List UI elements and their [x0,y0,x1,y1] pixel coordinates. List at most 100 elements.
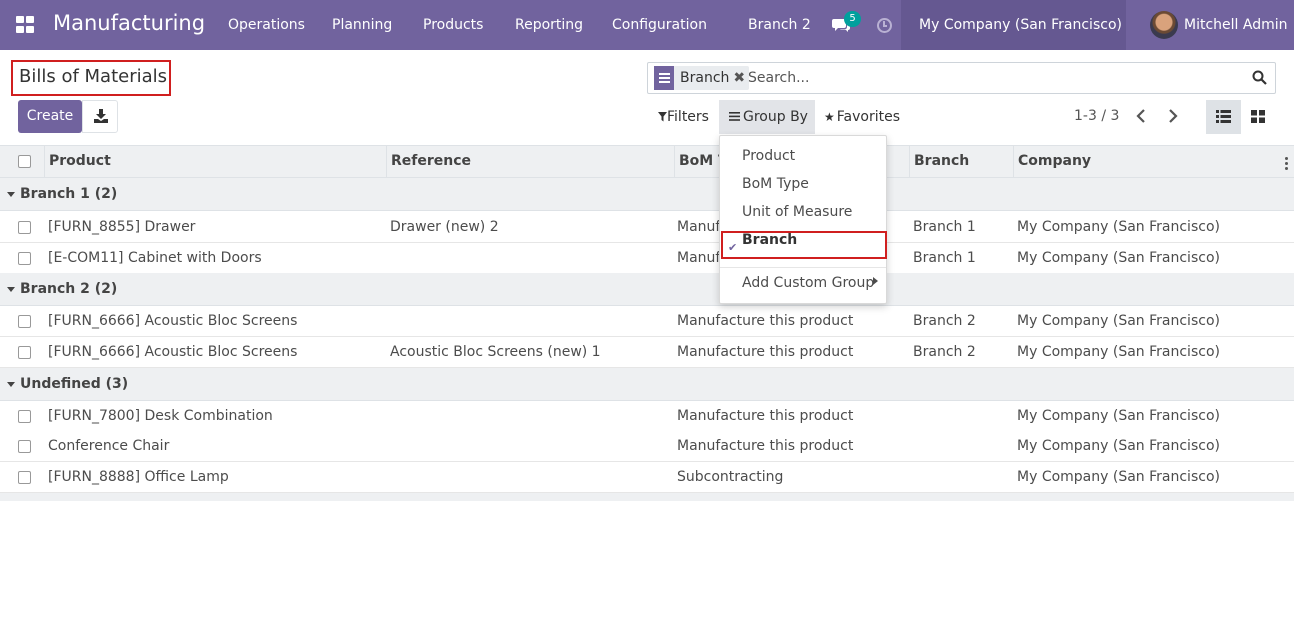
cell-bom-type: Manufacture this product [677,408,854,424]
caret-right-icon [873,277,878,285]
company-switcher[interactable]: My Company (San Francisco) [919,0,1122,50]
row-checkbox[interactable] [18,221,31,234]
filter-icon [658,112,667,122]
row-checkbox[interactable] [18,471,31,484]
cell-product: Conference Chair [48,438,170,454]
download-icon [94,109,108,123]
row-checkbox[interactable] [18,252,31,265]
cell-company: My Company (San Francisco) [1017,219,1220,235]
pager-next-icon[interactable] [1163,106,1183,126]
user-avatar[interactable] [1150,11,1178,39]
favorites-button[interactable]: ★ Favorites [815,100,907,134]
groupby-dropdown: Product BoM Type Unit of Measure ✔ Branc… [719,135,887,304]
pager-previous-icon[interactable] [1132,106,1152,126]
kanban-view-button[interactable] [1241,100,1276,134]
table-row[interactable]: [FURN_6666] Acoustic Bloc Screens Manufa… [0,306,1294,337]
table-footer [0,493,1294,501]
group-label: Undefined (3) [20,376,129,392]
favorites-label: Favorites [836,109,901,125]
table-row[interactable]: [FURN_6666] Acoustic Bloc Screens Acoust… [0,337,1294,368]
table-row[interactable]: [FURN_8888] Office Lamp Subcontracting M… [0,462,1294,493]
cell-bom-type: Manufacture this product [677,438,854,454]
groupby-option-product[interactable]: Product [742,148,795,164]
groupby-button[interactable]: Group By [719,100,815,134]
column-company[interactable]: Company [1013,146,1273,177]
star-icon: ★ [824,110,835,124]
cell-product: [FURN_8888] Office Lamp [48,469,229,485]
table-row[interactable]: [FURN_8855] Drawer Drawer (new) 2 Manufa… [0,212,1294,243]
cell-reference: Drawer (new) 2 [390,219,499,235]
search-facet-branch: Branch ✖ [654,66,750,90]
group-row-branch-1[interactable]: Branch 1 (2) [0,178,1294,211]
row-checkbox[interactable] [18,440,31,453]
add-custom-group[interactable]: Add Custom Group [742,275,874,291]
download-button[interactable] [82,100,118,133]
select-all-checkbox[interactable] [18,155,31,168]
activity-clock-icon[interactable] [877,18,892,33]
row-checkbox[interactable] [18,346,31,359]
app-title[interactable]: Manufacturing [53,11,205,35]
caret-down-icon [7,287,15,292]
group-label: Branch 1 (2) [20,186,118,202]
cell-bom-type: Subcontracting [677,469,784,485]
kanban-view-icon [1251,110,1265,123]
list-view-button[interactable] [1206,100,1241,134]
cell-company: My Company (San Francisco) [1017,408,1220,424]
group-label: Branch 2 (2) [20,281,118,297]
row-checkbox[interactable] [18,410,31,423]
menu-products[interactable]: Products [423,0,483,50]
cell-reference: Acoustic Bloc Screens (new) 1 [390,344,601,360]
search-icon[interactable] [1252,70,1267,85]
row-checkbox[interactable] [18,315,31,328]
group-row-branch-2[interactable]: Branch 2 (2) [0,273,1294,306]
pager-value[interactable]: 1-3 / 3 [1074,108,1119,124]
list-view-icon [1216,110,1231,123]
cell-branch: Branch 1 [913,219,976,235]
cell-branch: Branch 2 [913,313,976,329]
optional-columns-icon[interactable] [1285,157,1288,172]
cell-branch: Branch 1 [913,250,976,266]
cell-branch: Branch 2 [913,344,976,360]
filters-button[interactable]: Filters [648,100,718,134]
groupby-label: Group By [743,109,808,125]
table-row[interactable]: Conference Chair Manufacture this produc… [0,431,1294,462]
cell-company: My Company (San Francisco) [1017,250,1220,266]
page-title: Bills of Materials [11,60,171,96]
groupby-option-unit-of-measure[interactable]: Unit of Measure [742,204,852,220]
top-navbar: Manufacturing Operations Planning Produc… [0,0,1294,50]
search-input[interactable] [748,67,1248,89]
highlight-box [721,231,887,259]
cell-product: [FURN_8855] Drawer [48,219,196,235]
menu-planning[interactable]: Planning [332,0,392,50]
group-row-undefined[interactable]: Undefined (3) [0,368,1294,401]
cell-bom-type: Manufacture this product [677,344,854,360]
menu-reporting[interactable]: Reporting [515,0,583,50]
column-product[interactable]: Product [44,146,386,177]
chat-count-badge: 5 [844,11,861,27]
cell-product: [E-COM11] Cabinet with Doors [48,250,262,266]
caret-down-icon [7,192,15,197]
table-row[interactable]: [E-COM11] Cabinet with Doors Manufa Bran… [0,243,1294,274]
column-reference[interactable]: Reference [386,146,674,177]
table-row[interactable]: [FURN_7800] Desk Combination Manufacture… [0,401,1294,432]
column-branch[interactable]: Branch [909,146,1013,177]
remove-facet-icon[interactable]: ✖ [733,66,749,90]
cell-bom-type: Manufacture this product [677,313,854,329]
cell-product: [FURN_6666] Acoustic Bloc Screens [48,344,298,360]
table-header: Product Reference BoM T Branch Company [0,145,1294,178]
cell-product: [FURN_6666] Acoustic Bloc Screens [48,313,298,329]
groupby-facet-icon [654,66,674,90]
search-bar: Branch ✖ [647,62,1276,94]
create-button[interactable]: Create [18,100,82,133]
menu-operations[interactable]: Operations [228,0,305,50]
menu-configuration[interactable]: Configuration [612,0,707,50]
cell-product: [FURN_7800] Desk Combination [48,408,273,424]
apps-menu-icon[interactable] [16,16,35,34]
user-menu[interactable]: Mitchell Admin [1184,0,1288,50]
groupby-option-bom-type[interactable]: BoM Type [742,176,809,192]
cell-company: My Company (San Francisco) [1017,438,1220,454]
cell-company: My Company (San Francisco) [1017,469,1220,485]
branch-switcher[interactable]: Branch 2 [748,0,811,50]
groupby-icon [729,112,740,121]
caret-down-icon [7,382,15,387]
